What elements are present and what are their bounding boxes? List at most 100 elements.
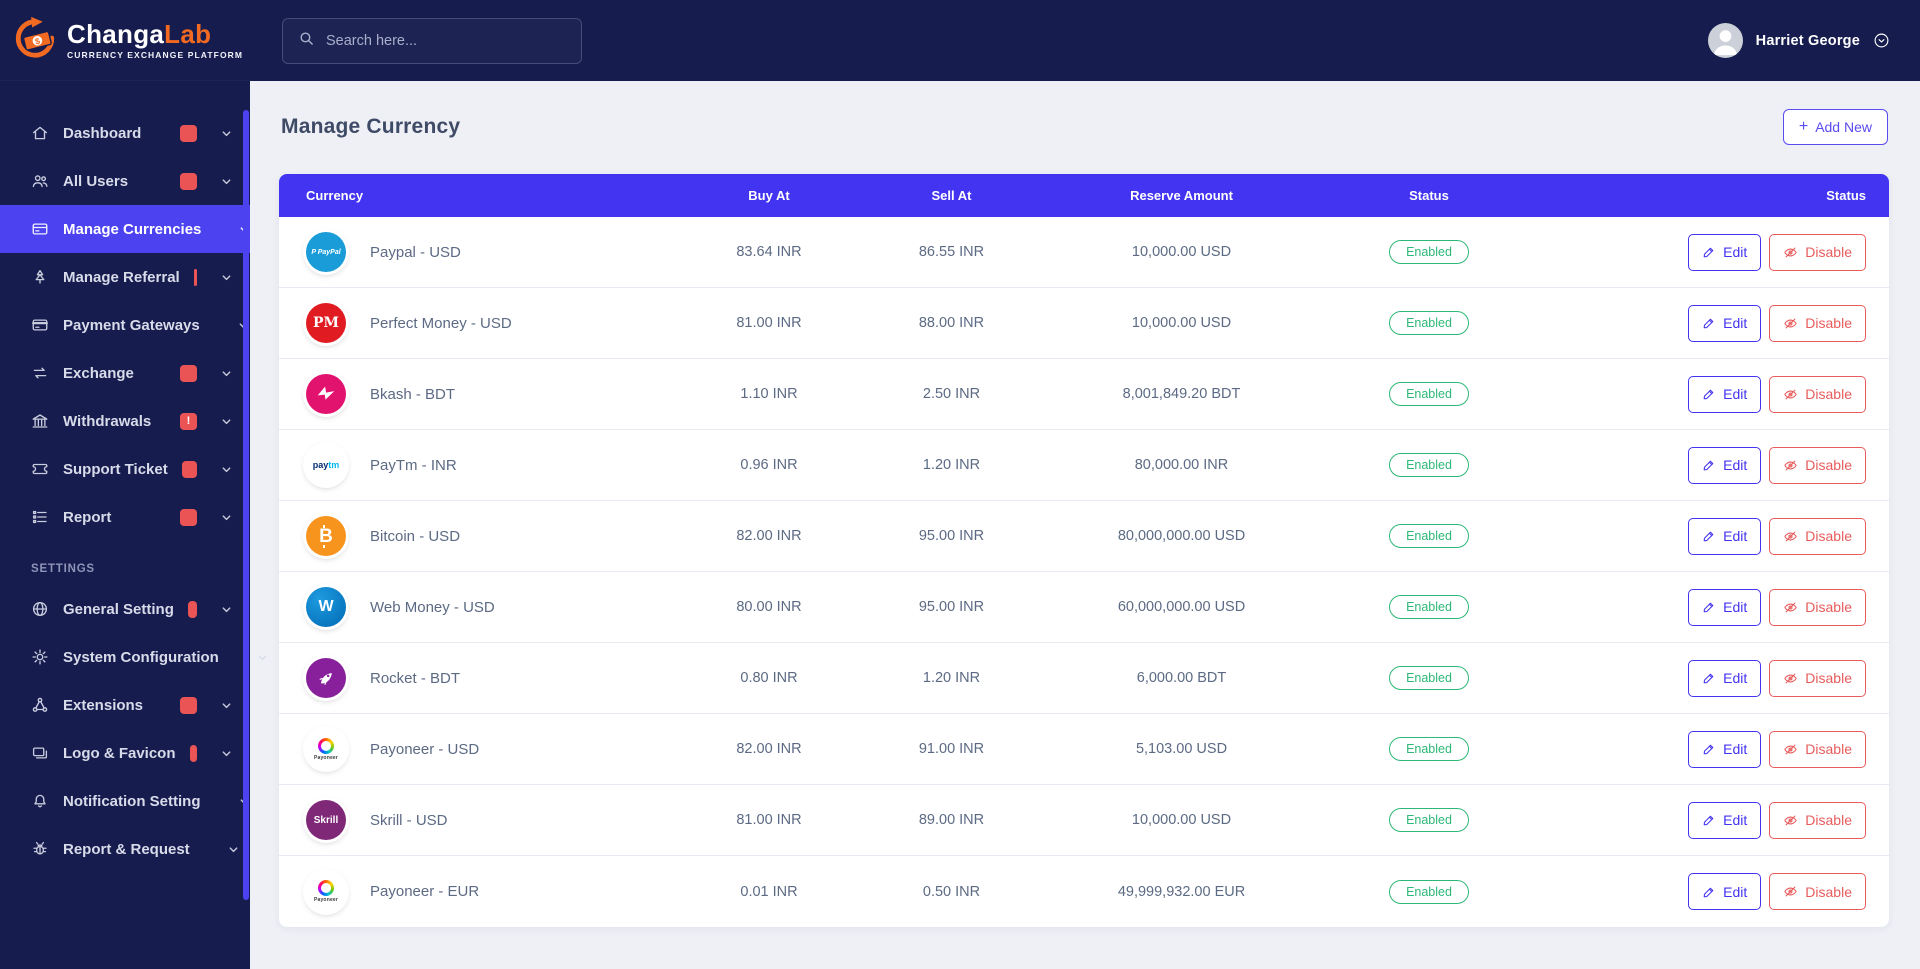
currency-name: Paypal - USD [370, 243, 461, 261]
sidebar-item-exchange[interactable]: Exchange [0, 349, 250, 397]
brand-name: ChangaLab [67, 18, 212, 49]
disable-button[interactable]: Disable [1769, 659, 1866, 697]
col-header-status-actions: Status [1826, 188, 1866, 203]
table-row: PM Perfect Money - USD 81.00 INR 88.00 I… [279, 288, 1889, 359]
avatar [1707, 23, 1743, 58]
users-icon [31, 172, 49, 190]
edit-button[interactable]: Edit [1688, 730, 1762, 768]
table-row: P PayPal Paypal - USD 83.64 INR 86.55 IN… [279, 217, 1889, 288]
table-row: B Bitcoin - USD 82.00 INR 95.00 INR 80,0… [279, 501, 1889, 572]
sidebar-item-all-users[interactable]: All Users [0, 157, 250, 205]
disable-button[interactable]: Disable [1769, 233, 1866, 271]
pencil-icon [1702, 387, 1716, 401]
table-row: paytm PayTm - INR 0.96 INR 1.20 INR 80,0… [279, 430, 1889, 501]
pencil-icon [1702, 813, 1716, 827]
edit-button[interactable]: Edit [1688, 659, 1762, 697]
eye-off-icon [1783, 529, 1798, 544]
buy-at-value: 83.64 INR [736, 244, 802, 260]
table-row: W Web Money - USD 80.00 INR 95.00 INR 60… [279, 572, 1889, 643]
reserve-amount-value: 10,000.00 USD [1131, 244, 1232, 260]
sidebar-item-payment-gateways[interactable]: Payment Gateways [0, 301, 250, 349]
sell-at-value: 1.20 INR [922, 670, 981, 686]
col-header-reserve-amount: Reserve Amount [1130, 188, 1233, 203]
edit-button[interactable]: Edit [1688, 873, 1762, 910]
add-new-button[interactable]: + Add New [1782, 109, 1888, 145]
eye-off-icon [1783, 316, 1798, 331]
sidebar-item-extensions[interactable]: Extensions [0, 681, 250, 729]
sidebar-scrollbar[interactable] [243, 110, 249, 900]
sell-at-value: 2.50 INR [922, 386, 981, 402]
alert-badge [181, 460, 197, 478]
pencil-icon [1702, 885, 1716, 899]
search-input[interactable] [326, 32, 566, 49]
sidebar-item-manage-referral[interactable]: Manage Referral [0, 253, 250, 301]
alert-badge [180, 696, 197, 714]
disable-button[interactable]: Disable [1769, 588, 1866, 626]
reserve-amount-value: 60,000,000.00 USD [1117, 599, 1246, 615]
user-name: Harriet George [1755, 32, 1860, 49]
edit-button[interactable]: Edit [1688, 517, 1762, 555]
disable-button[interactable]: Disable [1769, 873, 1866, 910]
chevron-down-icon [221, 176, 232, 187]
status-badge: Enabled [1389, 808, 1469, 832]
user-menu[interactable]: Harriet George [1707, 23, 1890, 58]
edit-button[interactable]: Edit [1688, 588, 1762, 626]
search-box[interactable] [282, 17, 582, 64]
sidebar-item-system-configuration[interactable]: System Configuration [0, 633, 267, 681]
disable-button[interactable]: Disable [1769, 730, 1866, 768]
pencil-icon [1702, 245, 1716, 259]
disable-button[interactable]: Disable [1769, 446, 1866, 484]
edit-button[interactable]: Edit [1688, 304, 1762, 342]
sidebar-item-manage-currencies[interactable]: Manage Currencies [0, 205, 250, 253]
gear-icon [31, 648, 49, 666]
currency-table: Currency Buy At Sell At Reserve Amount Statu… [279, 174, 1889, 927]
chevron-down-icon[interactable] [1873, 32, 1890, 49]
status-badge: Enabled [1389, 737, 1469, 761]
referral-icon [31, 268, 49, 286]
pencil-icon [1702, 316, 1716, 330]
sidebar-item-report[interactable]: Report [0, 493, 250, 541]
buy-at-value: 82.00 INR [736, 528, 802, 544]
alert-badge [180, 508, 197, 526]
table-row: Bkash - BDT 1.10 INR 2.50 INR 8,001,849.… [279, 359, 1889, 430]
col-header-buy-at: Buy At [748, 188, 790, 203]
buy-at-value: 80.00 INR [736, 599, 802, 615]
sidebar-item-logo-favicon[interactable]: Logo & Favicon [0, 729, 250, 777]
edit-button[interactable]: Edit [1688, 446, 1762, 484]
paypal-icon: P PayPal [306, 232, 346, 272]
sidebar-item-report-request[interactable]: Report & Request [0, 825, 250, 873]
edit-button[interactable]: Edit [1688, 801, 1762, 839]
bkash-icon [306, 374, 346, 414]
sidebar-item-withdrawals[interactable]: Withdrawals ! [0, 397, 250, 445]
disable-button[interactable]: Disable [1769, 304, 1866, 342]
brand-logo[interactable]: $ ChangaLab CURRENCY EXCHANGE PLATFORM [0, 0, 250, 81]
disable-button[interactable]: Disable [1769, 517, 1866, 555]
sidebar-item-general-setting[interactable]: General Setting [0, 585, 250, 633]
sidebar-item-dashboard[interactable]: Dashboard [0, 109, 250, 157]
bitcoin-icon: B [306, 516, 346, 556]
disable-button[interactable]: Disable [1769, 375, 1866, 413]
table-body: P PayPal Paypal - USD 83.64 INR 86.55 IN… [279, 217, 1889, 927]
buy-at-value: 82.00 INR [736, 741, 802, 757]
sell-at-value: 95.00 INR [918, 599, 985, 615]
sidebar-item-support-ticket[interactable]: Support Ticket [0, 445, 250, 493]
currency-name: Web Money - USD [370, 598, 495, 616]
edit-button[interactable]: Edit [1688, 375, 1762, 413]
disable-button[interactable]: Disable [1769, 801, 1866, 839]
col-header-currency: Currency [306, 188, 364, 203]
sidebar-item-notification-setting[interactable]: Notification Setting [0, 777, 250, 825]
reserve-amount-value: 8,001,849.20 BDT [1122, 386, 1241, 402]
chevron-down-icon [221, 464, 232, 475]
edit-button[interactable]: Edit [1688, 233, 1762, 271]
status-badge: Enabled [1389, 666, 1469, 690]
reserve-amount-value: 80,000.00 INR [1134, 457, 1229, 473]
topbar: Harriet George [250, 0, 1920, 81]
card-icon [31, 316, 49, 334]
sell-at-value: 0.50 INR [922, 883, 981, 900]
eye-off-icon [1783, 387, 1798, 402]
pencil-icon [1702, 671, 1716, 685]
reserve-amount-value: 10,000.00 USD [1131, 812, 1232, 828]
currency-name: PayTm - INR [370, 456, 457, 474]
plus-icon: + [1798, 118, 1809, 135]
page-title: Manage Currency [281, 115, 461, 138]
